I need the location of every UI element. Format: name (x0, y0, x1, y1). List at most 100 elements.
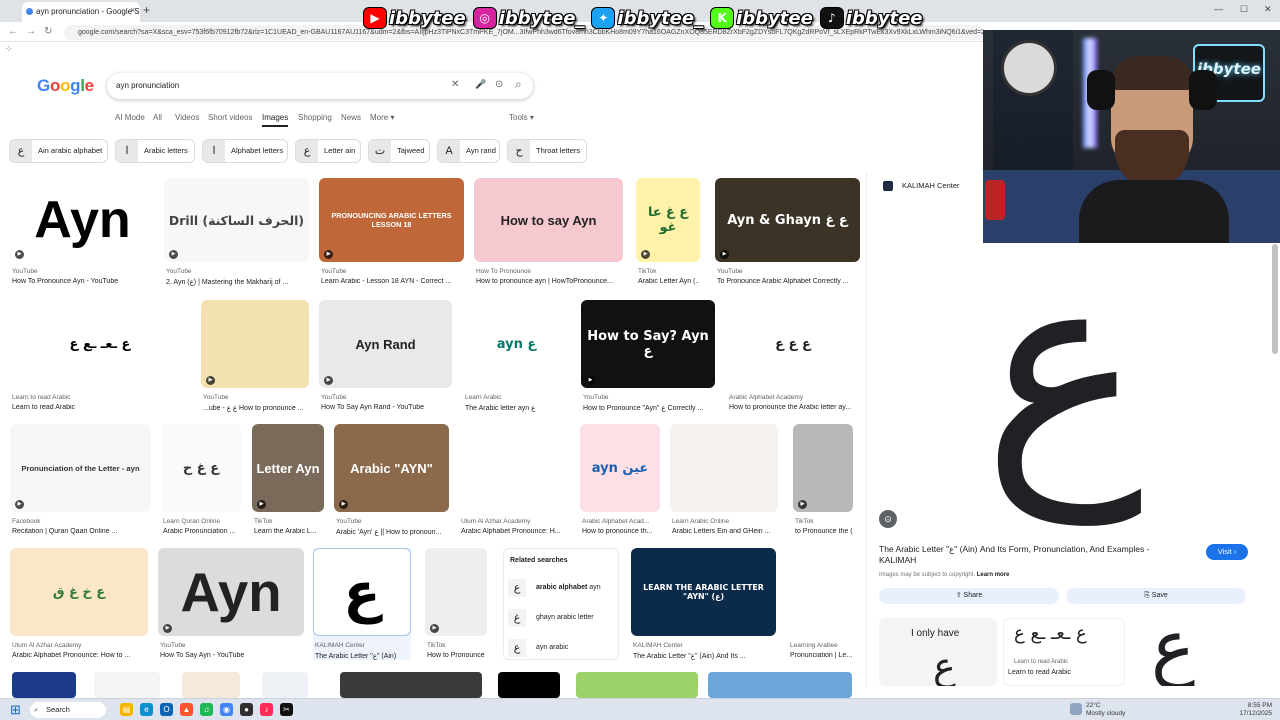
tab-tools[interactable]: Tools ▾ (509, 113, 534, 122)
tab-news[interactable]: News (341, 113, 361, 122)
result-title[interactable]: How to pronounce the Arabic letter ay... (729, 404, 859, 411)
image-result[interactable]: PRONOUNCING ARABIC LETTERS LESSON 18 ▶ You… (319, 178, 464, 286)
result-source[interactable]: YouTube (336, 518, 362, 525)
result-thumbnail[interactable]: PRONOUNCING ARABIC LETTERS LESSON 18 ▶ (319, 178, 464, 262)
result-thumbnail[interactable]: Ayn ▶ (158, 548, 304, 636)
file-explorer-icon[interactable]: ▤ (120, 703, 133, 716)
taskbar-search[interactable]: ⌕ Search (30, 702, 106, 718)
tiktok-live-icon[interactable]: ♪ (260, 703, 273, 716)
image-result[interactable]: ع غ عا غو ▶ TikTok Arabic Letter Ayn (... (636, 178, 700, 286)
reload-icon[interactable]: ↻ (44, 26, 52, 37)
result-source[interactable]: Learning Arabee (790, 642, 838, 649)
result-title[interactable]: How to pronounce ayn | HowToPronounce... (476, 278, 623, 285)
image-result[interactable]: Learning Arabee Pronunciation | Le... (788, 548, 858, 660)
result-source[interactable]: Ulum Al Azhar Academy (461, 518, 530, 525)
result-source[interactable]: YouTube (160, 642, 186, 649)
capcut-icon[interactable]: ✂ (280, 703, 293, 716)
related-search-item[interactable]: غ ghayn arabic letter (508, 607, 616, 629)
similar-thumb[interactable]: ع (1131, 618, 1249, 686)
brave-icon[interactable]: ▲ (180, 703, 193, 716)
result-thumbnail[interactable]: ayn عين (580, 424, 660, 512)
result-title[interactable]: Learn to read Arabic (12, 404, 190, 411)
tab-images[interactable]: Images (262, 113, 289, 127)
result-source[interactable]: Arabic Alphabet Academy (729, 394, 803, 401)
tab-short-videos[interactable]: Short videos (208, 113, 252, 122)
obs-icon[interactable]: ● (240, 703, 253, 716)
image-result[interactable]: How to Say? Ayn ع ▶ YouTube How to Pronounc… (581, 300, 715, 412)
clock[interactable]: 8:55 PM 17/12/2025 (1228, 702, 1272, 718)
learn-more-link[interactable]: Learn more (977, 572, 1010, 578)
image-result[interactable]: Learn Arabic Online Arabic Letters Ein an… (670, 424, 778, 536)
tab-videos[interactable]: Videos (175, 113, 199, 122)
image-result[interactable]: ع خ غ ق Ulum Al Azhar Academy Arabic Alpha… (10, 548, 148, 660)
filter-chip[interactable]: ح Throat letters (507, 139, 587, 163)
youtube-icon[interactable]: ▶ (363, 7, 387, 29)
result-thumbnail[interactable]: ayn ع (463, 300, 570, 388)
result-source[interactable]: Facebook (12, 518, 41, 525)
outlook-icon[interactable]: O (160, 703, 173, 716)
forward-icon[interactable]: → (26, 26, 36, 37)
browser-tab[interactable]: ayn pronunciation - Google Search (22, 2, 140, 22)
image-result[interactable]: ▶ YouTube ...ube - ع ع How to pronounce ..… (201, 300, 309, 412)
result-source[interactable]: YouTube (717, 268, 743, 275)
image-result[interactable]: How to say Ayn How To Pronounce How to pro… (474, 178, 623, 286)
image-result[interactable]: Ayn Rand ▶ YouTube How To Say Ayn Rand - Yo… (319, 300, 452, 412)
spotify-icon[interactable]: ♫ (200, 703, 213, 716)
result-thumbnail[interactable]: Ayn & Ghayn ع غ ▶ (715, 178, 860, 262)
google-logo[interactable]: Google (37, 76, 94, 96)
search-query[interactable]: ayn pronunciation (116, 81, 179, 90)
result-thumbnail[interactable]: ع (313, 548, 411, 636)
result-title[interactable]: Arabic Letters Ein and GHein ... (672, 528, 778, 535)
visit-button[interactable]: Visit › (1206, 544, 1248, 560)
preview-image[interactable]: ع (867, 222, 1259, 512)
image-result[interactable]: Ayn & Ghayn ع غ ▶ YouTube To Pronounce Arab… (715, 178, 860, 286)
result-thumbnail[interactable] (670, 424, 778, 512)
filter-chip[interactable]: ع Letter ain (295, 139, 361, 163)
window-close-icon[interactable]: ✕ (1264, 4, 1272, 15)
result-title[interactable]: 2. Ayn (ع) | Mastering the Makharij of .… (166, 278, 309, 286)
result-title[interactable]: The Arabic Letter "ع" (Ain) And Its ... (633, 652, 776, 660)
result-source[interactable]: TikTok (638, 268, 657, 275)
result-title[interactable]: To Pronounce Arabic Alphabet Correctly .… (717, 278, 860, 285)
result-source[interactable]: TikTok (795, 518, 814, 525)
share-button[interactable]: ⇪ Share (879, 588, 1059, 604)
similar-thumb[interactable]: I only have ع (879, 618, 997, 686)
result-source[interactable]: TikTok (427, 642, 446, 649)
result-thumbnail[interactable]: Drill (الحرف الساكنة) ▶ (164, 178, 309, 262)
result-title[interactable]: Pronunciation | Le... (790, 652, 858, 659)
result-thumbnail[interactable]: ع خ غ ق (10, 548, 148, 636)
clear-icon[interactable]: ✕ (451, 79, 459, 90)
preview-source[interactable]: KALIMAH Center (902, 181, 960, 190)
result-thumbnail[interactable]: ع غ عا غو ▶ (636, 178, 700, 262)
result-thumbnail[interactable]: ▶ (425, 548, 487, 636)
result-thumbnail[interactable] (459, 424, 569, 512)
preview-title[interactable]: The Arabic Letter "ع" (Ain) And Its Form… (879, 544, 1169, 566)
filter-chip[interactable]: ع Ain arabic alphabet (9, 139, 108, 163)
weather-widget[interactable]: 22°C Mostly cloudy (1086, 702, 1125, 718)
image-result[interactable]: ع ع ع Arabic Alphabet Academy How to prono… (727, 300, 859, 412)
minimize-icon[interactable]: — (1214, 4, 1223, 14)
result-title[interactable]: How to pronounce th... (582, 528, 660, 535)
result-thumbnail[interactable]: LEARN THE ARABIC LETTER "AYN" (ع) (631, 548, 776, 636)
result-source[interactable]: KALIMAH Center (633, 642, 683, 649)
lens-icon[interactable]: ⊙ (495, 79, 503, 90)
tab-ai-mode[interactable]: AI Mode (115, 113, 145, 122)
result-title[interactable]: The Arabic Letter "ع" (Ain) (315, 652, 411, 660)
result-title[interactable]: to Pronounce the (... (795, 528, 853, 535)
maximize-icon[interactable]: ☐ (1240, 4, 1248, 15)
result-thumbnail[interactable] (788, 548, 858, 636)
search-box[interactable]: ayn pronunciation ✕ 🎤 ⊙ ⌕ (107, 73, 533, 99)
result-title[interactable]: Arabic Pronunciation ... (163, 528, 241, 535)
result-title[interactable]: How To Say Ayn Rand - YouTube (321, 404, 452, 411)
result-title[interactable]: Arabic 'Ayn' ع || How to pronoun... (336, 528, 449, 536)
image-result[interactable]: ayn ع Learn Arabic The Arabic letter ayn ع (463, 300, 570, 412)
image-result[interactable]: ayn عين Arabic Alphabet Acad... How to pro… (580, 424, 660, 536)
tab-all[interactable]: All (153, 113, 162, 122)
result-source[interactable]: Learn to read Arabic (12, 394, 71, 401)
result-title[interactable]: How to Pronounce ... (427, 652, 487, 659)
result-thumbnail[interactable]: How to say Ayn (474, 178, 623, 262)
tab-more[interactable]: More ▾ (370, 113, 394, 122)
result-thumbnail[interactable]: Ayn ▶ (10, 178, 155, 262)
similar-thumb[interactable]: ع ـعـ ـع ع Learn to read Arabic Learn to… (1003, 618, 1125, 686)
image-result[interactable]: Ulum Al Azhar Academy Arabic Alphabet Pro… (459, 424, 569, 536)
